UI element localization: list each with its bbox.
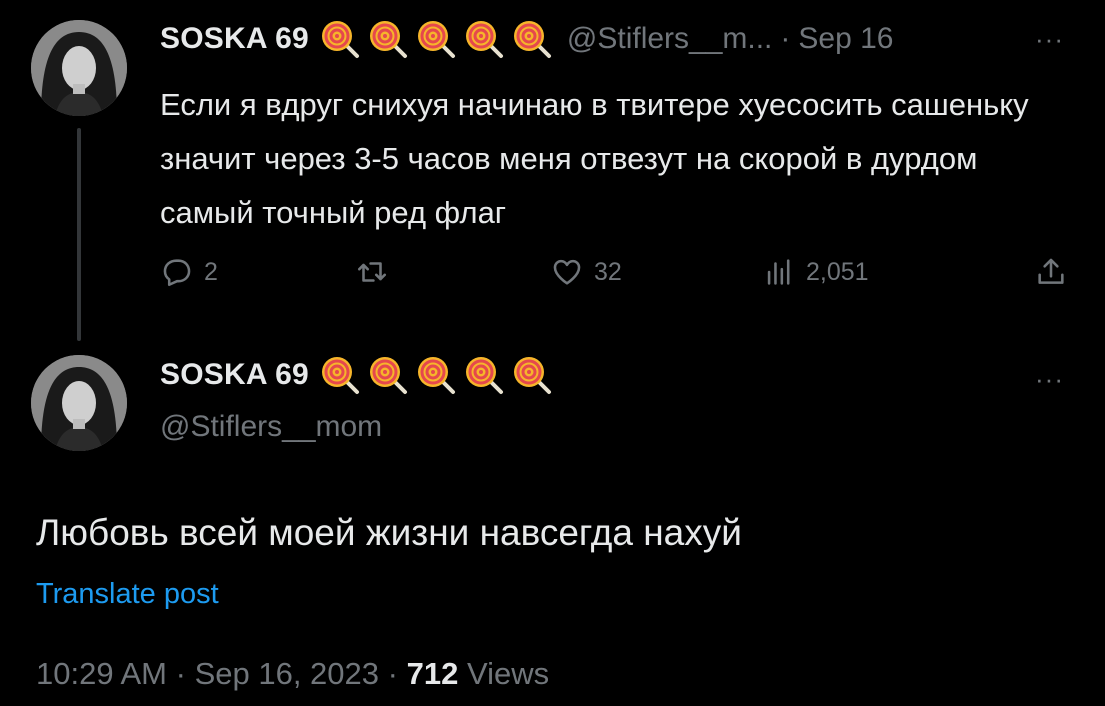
tweet-thread: SOSKA 69 @Stiflers__m... · Sep 16 ··· Ес… bbox=[0, 0, 1105, 706]
analytics-icon bbox=[767, 259, 790, 285]
reply-count: 2 bbox=[204, 257, 218, 286]
thread-connector-line bbox=[77, 128, 81, 341]
tweet-metadata: 10:29 AM · Sep 16, 2023 · 712 Views bbox=[36, 656, 549, 692]
lollipop-icon bbox=[465, 357, 503, 394]
post-time[interactable]: 10:29 AM bbox=[36, 656, 167, 691]
separator: · bbox=[175, 656, 186, 691]
translate-post-link[interactable]: Translate post bbox=[36, 578, 219, 611]
name-emojis bbox=[319, 354, 553, 396]
display-name[interactable]: SOSKA 69 bbox=[160, 358, 309, 392]
share-icon bbox=[1038, 258, 1064, 284]
avatar[interactable] bbox=[31, 20, 127, 116]
lollipop-icon bbox=[369, 21, 407, 58]
more-options-icon[interactable]: ··· bbox=[1035, 364, 1064, 395]
lollipop-icon bbox=[513, 21, 551, 58]
tweet-text: Любовь всей моей жизни навсегда нахуй bbox=[36, 512, 742, 553]
views-label: Views bbox=[466, 656, 550, 691]
profile-photo-icon bbox=[31, 20, 127, 116]
reply-button[interactable]: 2 bbox=[160, 255, 218, 289]
display-name[interactable]: SOSKA 69 bbox=[160, 22, 309, 56]
more-options-icon[interactable]: ··· bbox=[1035, 24, 1064, 55]
views-count: 2,051 bbox=[806, 257, 869, 286]
handle[interactable]: @Stiflers__m... bbox=[567, 22, 773, 56]
tweet-actions: 2 32 2,051 bbox=[0, 255, 1105, 295]
lollipop-icon bbox=[369, 357, 407, 394]
lollipop-icon bbox=[465, 21, 503, 58]
name-emojis bbox=[319, 18, 553, 60]
post-date[interactable]: Sep 16, 2023 bbox=[195, 656, 379, 691]
heart-icon bbox=[553, 259, 581, 285]
timestamp[interactable]: Sep 16 bbox=[798, 22, 893, 56]
lollipop-icon bbox=[321, 357, 359, 394]
lollipop-icon bbox=[417, 21, 455, 58]
like-count: 32 bbox=[594, 257, 622, 286]
lollipop-icon bbox=[417, 357, 455, 394]
share-button[interactable] bbox=[1034, 255, 1068, 289]
reply-icon bbox=[163, 259, 191, 287]
like-button[interactable]: 32 bbox=[550, 255, 622, 289]
views-button[interactable]: 2,051 bbox=[762, 255, 869, 289]
tweet-header: SOSKA 69 bbox=[160, 354, 553, 396]
tweet-text: Если я вдруг снихуя начинаю в твитере ху… bbox=[160, 87, 1029, 230]
handle[interactable]: @Stiflers__mom bbox=[160, 410, 382, 444]
repost-button[interactable] bbox=[355, 255, 399, 289]
avatar[interactable] bbox=[31, 355, 127, 451]
views-count: 712 bbox=[406, 656, 459, 691]
lollipop-icon bbox=[321, 21, 359, 58]
lollipop-icon bbox=[513, 357, 551, 394]
separator: · bbox=[780, 22, 791, 55]
profile-photo-icon bbox=[31, 355, 127, 451]
tweet-header: SOSKA 69 @Stiflers__m... · Sep 16 bbox=[160, 18, 894, 60]
repost-icon bbox=[357, 262, 387, 282]
separator: · bbox=[387, 656, 398, 691]
